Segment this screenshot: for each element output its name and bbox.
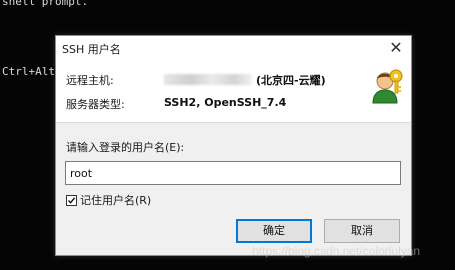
connection-info: 远程主机: (北京四-云耀) 服务器类型: SSH2, OpenSSH_7.4 [56, 60, 411, 122]
redacted-host-mask [164, 74, 252, 85]
remember-username-row[interactable]: 记住用户名(R) [66, 193, 151, 207]
close-icon: ✕ [389, 38, 403, 57]
ok-button[interactable]: 确定 [236, 219, 312, 243]
server-type-value: SSH2, OpenSSH_7.4 [164, 96, 287, 109]
dialog-title: SSH 用户名 [62, 43, 121, 56]
watermark-text: https://blog.csdn.net/colorlulyan [252, 244, 421, 258]
remote-host-text: (北京四-云耀) [256, 74, 326, 87]
checkmark-icon [67, 196, 76, 204]
dialog-titlebar[interactable]: SSH 用户名 ✕ [56, 36, 411, 60]
terminal-line: shell prompt. [2, 0, 89, 8]
login-form: 请输入登录的用户名(E): 记住用户名(R) 确定 取消 [56, 122, 411, 255]
remote-host-value: (北京四-云耀) [164, 72, 326, 88]
server-type-label: 服务器类型: [66, 98, 125, 111]
remember-username-label[interactable]: 记住用户名(R) [80, 192, 151, 208]
cancel-button[interactable]: 取消 [324, 219, 400, 243]
username-input[interactable] [65, 161, 401, 185]
remember-username-checkbox[interactable] [66, 194, 77, 206]
terminal-line: Ctrl+Alt [2, 65, 55, 78]
username-prompt-label: 请输入登录的用户名(E): [66, 141, 185, 154]
close-button[interactable]: ✕ [385, 38, 407, 58]
remote-host-label: 远程主机: [66, 74, 114, 87]
user-key-icon [372, 69, 403, 104]
ssh-username-dialog: SSH 用户名 ✕ 远程主机: (北京四-云耀) 服务器类型: SSH2, Op… [55, 35, 412, 256]
